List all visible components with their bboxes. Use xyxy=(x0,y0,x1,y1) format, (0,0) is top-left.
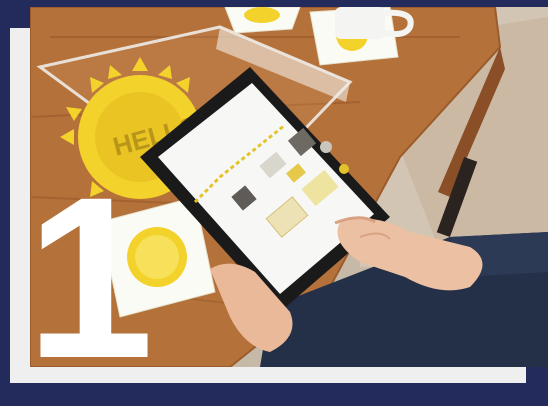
slide-frame: HELLO 1 xyxy=(0,0,548,406)
step-number: 1 xyxy=(26,149,154,406)
sun-coaster-corner xyxy=(224,7,301,34)
